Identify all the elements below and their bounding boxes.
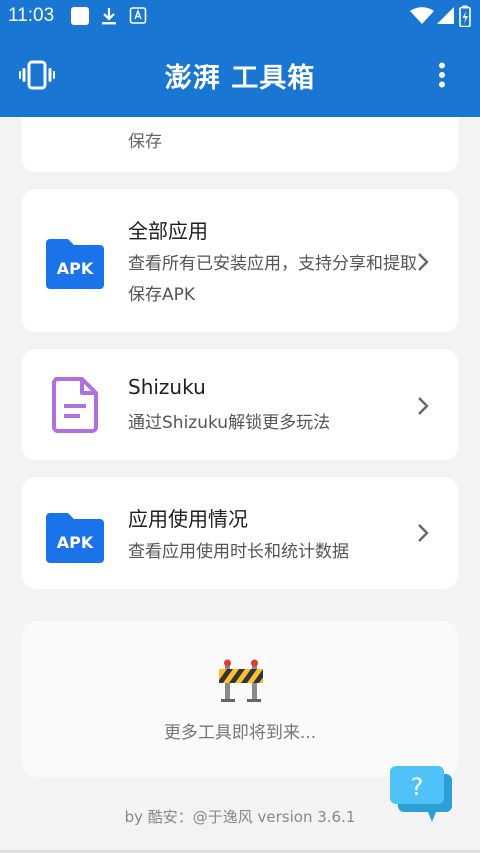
app-notification-icon [129, 6, 147, 30]
apk-icon-text: APK [57, 259, 94, 278]
wifi-icon [410, 7, 434, 29]
apk-folder-icon: APK [46, 235, 104, 293]
construction-barrier-icon [217, 659, 265, 707]
coming-soon-text: 更多工具即将到来... [163, 723, 317, 743]
help-button[interactable]: ? [390, 764, 454, 828]
notification-square-icon [70, 6, 90, 30]
signal-icon [437, 7, 455, 29]
help-question-icon: ? [411, 773, 424, 801]
status-time: 11:03 [8, 5, 55, 26]
app-usage-desc: 查看应用使用时长和统计数据 [128, 542, 349, 562]
chevron-right-icon [416, 251, 430, 277]
card-all-apps[interactable]: APK 全部应用 查看所有已安装应用，支持分享和提取保存APK [22, 189, 458, 332]
partial-card-text: 保存 [128, 132, 162, 152]
card-shizuku[interactable]: Shizuku 通过Shizuku解锁更多玩法 [22, 349, 458, 460]
page-title: 澎湃 工具箱 [164, 63, 316, 94]
chevron-right-icon [416, 522, 430, 548]
status-bar: 11:03 [0, 0, 480, 32]
more-options-icon[interactable] [432, 62, 452, 92]
chevron-right-icon [416, 395, 430, 421]
all-apps-desc: 查看所有已安装应用，支持分享和提取保存APK [128, 254, 417, 305]
apk-icon-text: APK [57, 533, 94, 552]
shizuku-title: Shizuku [128, 375, 206, 399]
partial-tool-card[interactable]: 保存 [22, 117, 458, 172]
document-icon [52, 377, 98, 437]
apk-folder-icon: APK [46, 509, 104, 567]
download-icon [99, 6, 119, 30]
coming-soon-card: 更多工具即将到来... [22, 621, 458, 777]
battery-charging-icon [459, 5, 471, 31]
card-app-usage[interactable]: APK 应用使用情况 查看应用使用时长和统计数据 [22, 477, 458, 589]
shizuku-desc: 通过Shizuku解锁更多玩法 [128, 413, 331, 433]
all-apps-title: 全部应用 [128, 219, 208, 243]
app-usage-title: 应用使用情况 [128, 507, 248, 531]
app-bar: 11:03 澎湃 工具箱 [0, 0, 480, 117]
